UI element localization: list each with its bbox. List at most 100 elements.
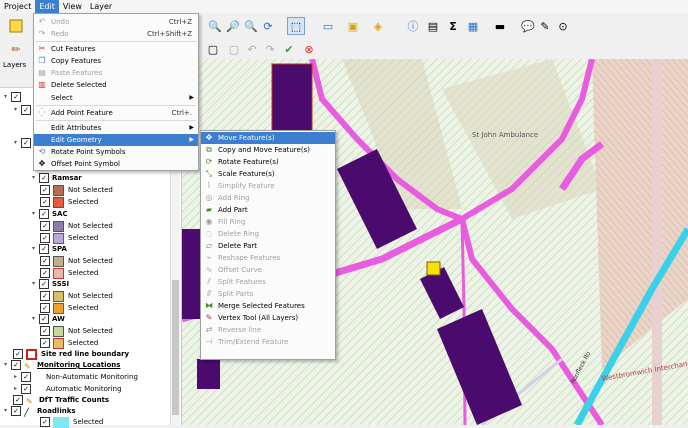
rotate-feature-icon: ⟳ <box>205 157 213 166</box>
menu-item-rotate-features[interactable]: ⟳ Rotate Feature(s) <box>201 156 335 168</box>
new-project-icon[interactable] <box>8 18 24 34</box>
selected-point-marker[interactable] <box>426 261 441 276</box>
menu-item-copy-move-features[interactable]: ⧉ Copy and Move Feature(s) <box>201 144 335 156</box>
layer-ramsar[interactable]: ▾ ✓ Ramsar <box>32 172 82 184</box>
tree-row-group[interactable]: ▾ ✓ <box>4 91 24 103</box>
menu-item-edit-attributes[interactable]: Edit Attributes ▶ <box>34 122 198 134</box>
menu-item-undo[interactable]: ↶ Undo Ctrl+Z <box>34 16 198 28</box>
menu-item-split-features[interactable]: ⫽ Split Features <box>201 276 335 288</box>
menu-item-select[interactable]: Select ▶ <box>34 92 198 104</box>
menu-layer[interactable]: Layer <box>86 0 116 13</box>
menu-item-delete-ring[interactable]: ◌ Delete Ring <box>201 228 335 240</box>
deselect-icon[interactable]: ▭ <box>320 18 336 34</box>
refresh-icon[interactable]: ⟳ <box>260 18 276 34</box>
menu-item-reshape-features[interactable]: ⌁ Reshape Features <box>201 252 335 264</box>
submenu-arrow-icon: ▶ <box>189 94 194 101</box>
select-features-icon[interactable]: ⬚ <box>287 17 305 35</box>
layer-spa[interactable]: ▾ ✓ SPA <box>32 243 67 255</box>
menu-separator <box>36 105 196 106</box>
select-expression-icon[interactable]: ◈ <box>370 18 386 34</box>
tree-row-sub[interactable]: ▾ ✓ <box>14 104 34 116</box>
menu-edit[interactable]: Edit <box>35 0 59 13</box>
menu-item-add-ring[interactable]: ◎ Add Ring <box>201 192 335 204</box>
menu-item-simplify-feature[interactable]: ⌇ Simplify Feature <box>201 180 335 192</box>
layer-monitoring-locations[interactable]: ▾ ✓ ✎ Monitoring Locations <box>4 359 120 371</box>
menu-item-cut-features[interactable]: ✂ Cut Features <box>34 43 198 55</box>
menu-item-merge-selected-features[interactable]: ⧓ Merge Selected Features <box>201 300 335 312</box>
fill-ring-icon: ◉ <box>205 217 213 226</box>
menu-item-add-point-feature[interactable]: ⁛ Add Point Feature Ctrl+. <box>34 107 198 119</box>
menu-item-scale-features[interactable]: ⤡ Scale Feature(s) <box>201 168 335 180</box>
measure-icon[interactable]: ▬ <box>492 18 508 34</box>
legend-sssi-not-selected[interactable]: ✓ Not Selected <box>40 290 113 302</box>
menu-item-split-parts[interactable]: ⫻ Split Parts <box>201 288 335 300</box>
split-features-icon: ⫽ <box>207 277 211 286</box>
statistics-icon[interactable]: Σ <box>445 18 461 34</box>
undo-icon[interactable]: ↶ <box>244 41 260 57</box>
layer-sssi[interactable]: ▾ ✓ SSSI <box>32 278 69 290</box>
open-attribute-table-icon[interactable]: ▤ <box>425 18 441 34</box>
zoom-out-icon[interactable]: 🔍 <box>207 18 223 34</box>
map-tips-icon[interactable]: ✎ <box>537 18 553 34</box>
menu-item-edit-geometry[interactable]: Edit Geometry ▶ <box>34 134 198 146</box>
cancel-icon[interactable]: ⊗ <box>301 41 317 57</box>
redo-icon[interactable]: ↷ <box>262 41 278 57</box>
geometry-icon <box>37 135 47 145</box>
menu-separator <box>36 120 196 121</box>
menu-item-delete-part[interactable]: ▱ Delete Part <box>201 240 335 252</box>
locator-icon[interactable]: ⊙ <box>555 18 571 34</box>
menu-item-offset-point-symbol[interactable]: ✥ Offset Point Symbol <box>34 158 198 170</box>
annotation-icon[interactable]: 💬 <box>520 18 536 34</box>
menu-item-add-part[interactable]: ▰ Add Part <box>201 204 335 216</box>
building-4 <box>197 359 220 389</box>
legend-aw-not-selected[interactable]: ✓ Not Selected <box>40 325 113 337</box>
menu-item-vertex-tool[interactable]: ✎ Vertex Tool (All Layers) <box>201 312 335 324</box>
menu-item-rotate-point-symbols[interactable]: ⟲ Rotate Point Symbols <box>34 146 198 158</box>
move-feature-icon: ✥ <box>205 133 213 142</box>
save-layer-icon[interactable]: ▢ <box>226 41 242 57</box>
toggle-editing-icon[interactable]: ✏ <box>8 41 24 57</box>
delete-part-icon: ▱ <box>205 241 213 250</box>
rotate-symbol-icon: ⟲ <box>38 147 46 156</box>
layer-non-auto-monitoring[interactable]: ▸ ✓ Non-Automatic Monitoring <box>14 371 138 383</box>
menu-item-fill-ring[interactable]: ◉ Fill Ring <box>201 216 335 228</box>
zoom-selection-icon[interactable]: 🔍 <box>243 18 259 34</box>
layer-aw[interactable]: ▾ ✓ AW <box>32 313 65 325</box>
menu-item-reverse-line[interactable]: ⇄ Reverse line <box>201 324 335 336</box>
submenu-arrow-icon: ▶ <box>189 124 194 131</box>
add-part-icon: ▰ <box>205 205 213 214</box>
save-edits-icon[interactable]: ▢ <box>205 41 221 57</box>
merge-icon: ⧓ <box>205 301 213 310</box>
attributes-icon <box>37 123 47 133</box>
map-label-ambulance: St John Ambulance <box>472 131 538 139</box>
apply-icon[interactable]: ✔ <box>281 41 297 57</box>
layers-scrollbar-thumb[interactable] <box>172 280 179 415</box>
field-calculator-icon[interactable]: ▦ <box>465 18 481 34</box>
menu-item-trim-extend-feature[interactable]: ⊣ Trim/Extend Feature <box>201 336 335 348</box>
menu-item-copy-features[interactable]: ❐ Copy Features <box>34 55 198 67</box>
offset-curve-icon: ∿ <box>205 265 213 274</box>
simplify-icon: ⌇ <box>207 181 211 190</box>
menu-item-delete-selected[interactable]: ▥ Delete Selected <box>34 79 198 91</box>
menu-project[interactable]: Project <box>0 0 35 13</box>
identify-icon[interactable]: ⓘ <box>405 18 421 34</box>
legend-roadlinks-selected[interactable]: ✓ Selected <box>40 416 103 428</box>
trim-extend-icon: ⊣ <box>205 337 213 346</box>
tree-row-sub[interactable]: ▾ ✓ <box>14 137 34 149</box>
legend-spa-not-selected[interactable]: ✓ Not Selected <box>40 255 113 267</box>
paste-icon: ▤ <box>38 68 46 77</box>
legend-ramsar-not-selected[interactable]: ✓ Not Selected <box>40 184 113 196</box>
zoom-layer-icon[interactable]: 🔎 <box>225 18 241 34</box>
menu-view[interactable]: View <box>59 0 86 13</box>
menu-item-redo[interactable]: ↷ Redo Ctrl+Shift+Z <box>34 28 198 40</box>
legend-sac-not-selected[interactable]: ✓ Not Selected <box>40 220 113 232</box>
layer-sac[interactable]: ▾ ✓ SAC <box>32 208 68 220</box>
legend-ramsar-selected[interactable]: ✓ Selected <box>40 196 98 208</box>
edit-menu: ↶ Undo Ctrl+Z ↷ Redo Ctrl+Shift+Z ✂ Cut Featu… <box>33 13 199 171</box>
select-value-icon[interactable]: ▣ <box>345 18 361 34</box>
layers-scrollbar[interactable] <box>170 150 180 425</box>
split-parts-icon: ⫻ <box>206 289 212 298</box>
menu-item-offset-curve[interactable]: ∿ Offset Curve <box>201 264 335 276</box>
menu-item-paste-features[interactable]: ▤ Paste Features <box>34 67 198 79</box>
menu-item-move-features[interactable]: ✥ Move Feature(s) <box>201 132 335 144</box>
